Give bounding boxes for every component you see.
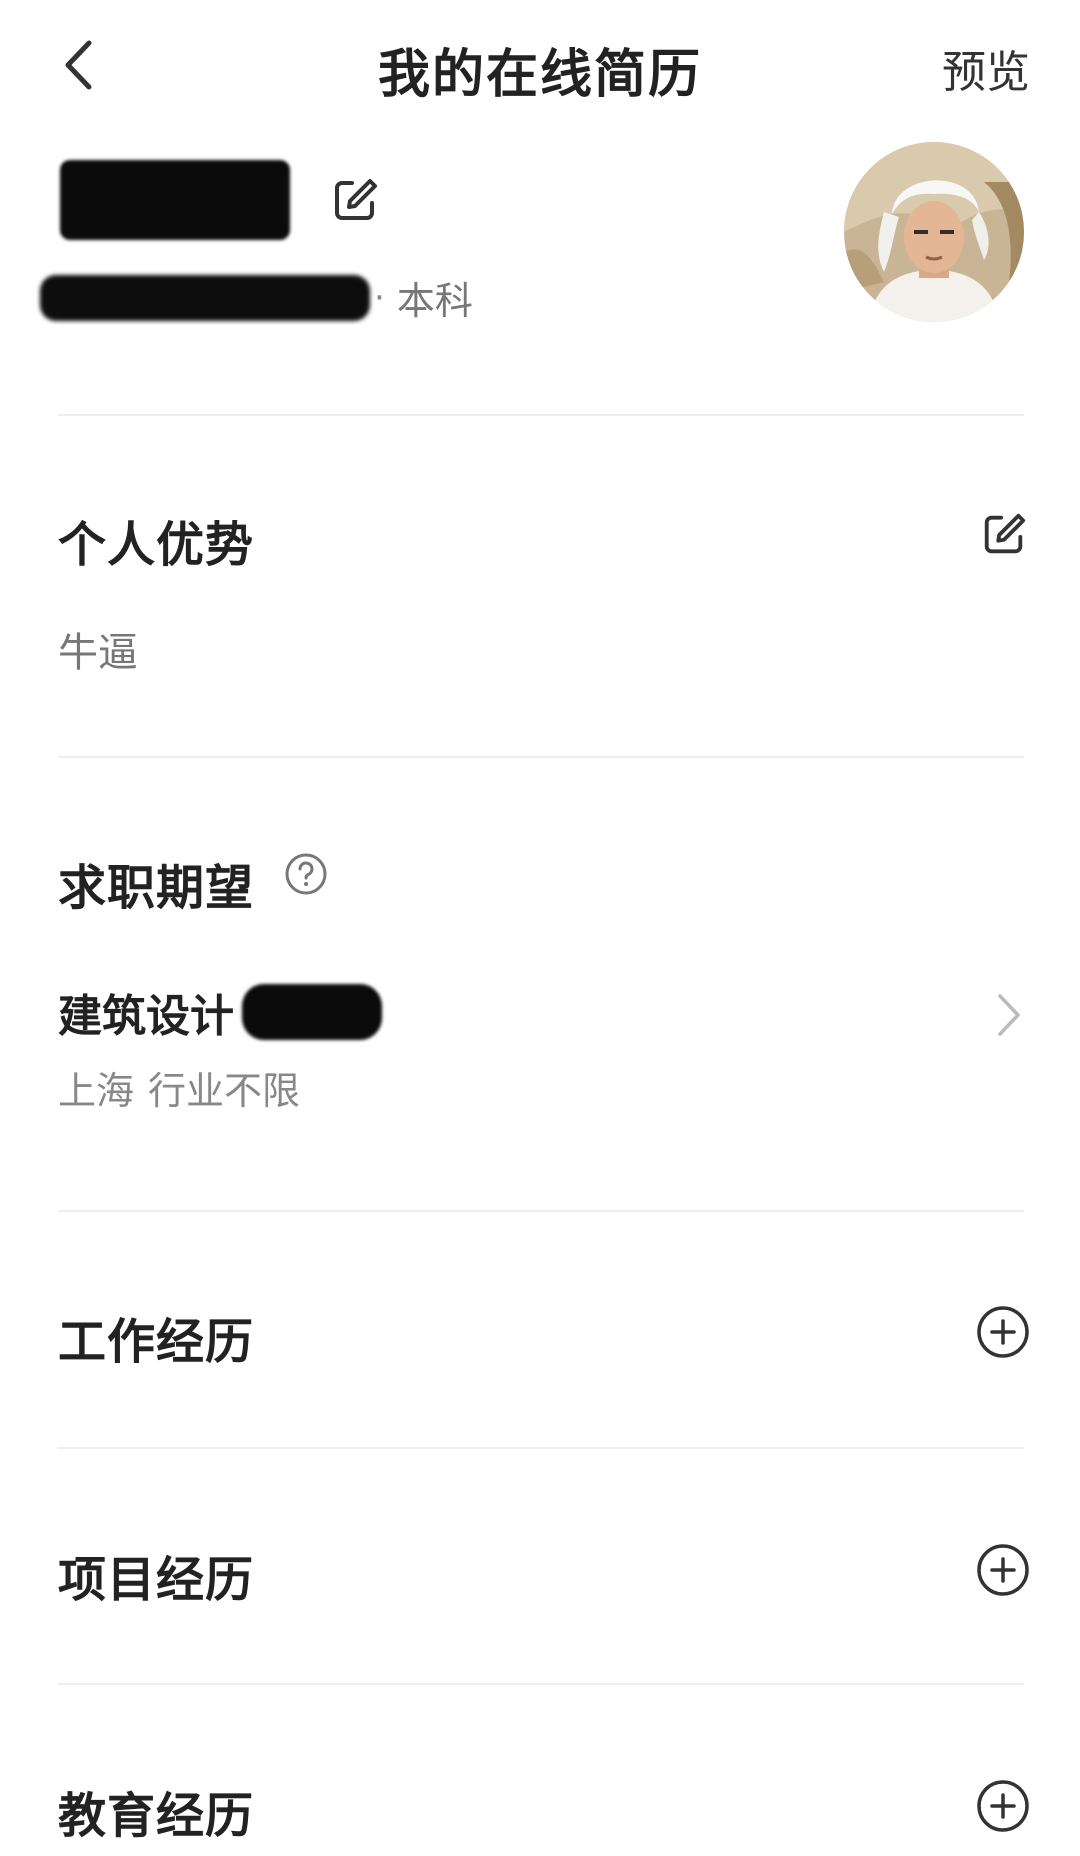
edit-advantage-icon[interactable] (980, 510, 1028, 558)
info-separator: · (374, 277, 385, 318)
edit-profile-icon[interactable] (330, 175, 380, 225)
question-circle-icon[interactable] (284, 852, 328, 896)
divider (58, 1210, 1024, 1212)
work-title: 工作经历 (58, 1314, 255, 1370)
add-project-icon[interactable] (976, 1543, 1030, 1597)
redacted-name (60, 160, 290, 240)
expectation-item[interactable]: 建筑设计 上海 行业不限 (0, 960, 1080, 1140)
profile-section: · 本科 (0, 130, 1080, 415)
expectation-industry: 行业不限 (148, 1069, 301, 1113)
avatar-image (844, 142, 1024, 322)
redacted-salary (242, 984, 382, 1040)
profile-name-row (60, 160, 380, 240)
expectation-job: 建筑设计 (58, 991, 234, 1042)
divider (58, 756, 1024, 758)
page-title: 我的在线简历 (377, 45, 702, 105)
preview-button[interactable]: 预览 (942, 36, 1030, 100)
add-work-icon[interactable] (976, 1305, 1030, 1359)
expectation-job-row: 建筑设计 (58, 980, 382, 1044)
top-bar: 我的在线简历 预览 (0, 0, 1080, 130)
add-education-icon[interactable] (976, 1779, 1030, 1833)
expectation-title: 求职期望 (58, 860, 255, 916)
chevron-right-icon (998, 994, 1020, 1036)
profile-info-row: · 本科 (40, 270, 473, 325)
advantage-text: 牛逼 (58, 630, 138, 676)
expectation-city: 上海 (58, 1069, 135, 1113)
advantage-title: 个人优势 (58, 517, 255, 573)
project-title: 项目经历 (58, 1552, 255, 1608)
redacted-info (40, 274, 370, 321)
education-title: 教育经历 (58, 1788, 255, 1844)
divider (58, 1683, 1024, 1685)
degree-text: 本科 (396, 279, 473, 323)
divider (58, 1447, 1024, 1449)
avatar[interactable] (844, 142, 1024, 322)
divider (58, 414, 1024, 416)
expectation-detail: 上海 行业不限 (58, 1060, 300, 1115)
